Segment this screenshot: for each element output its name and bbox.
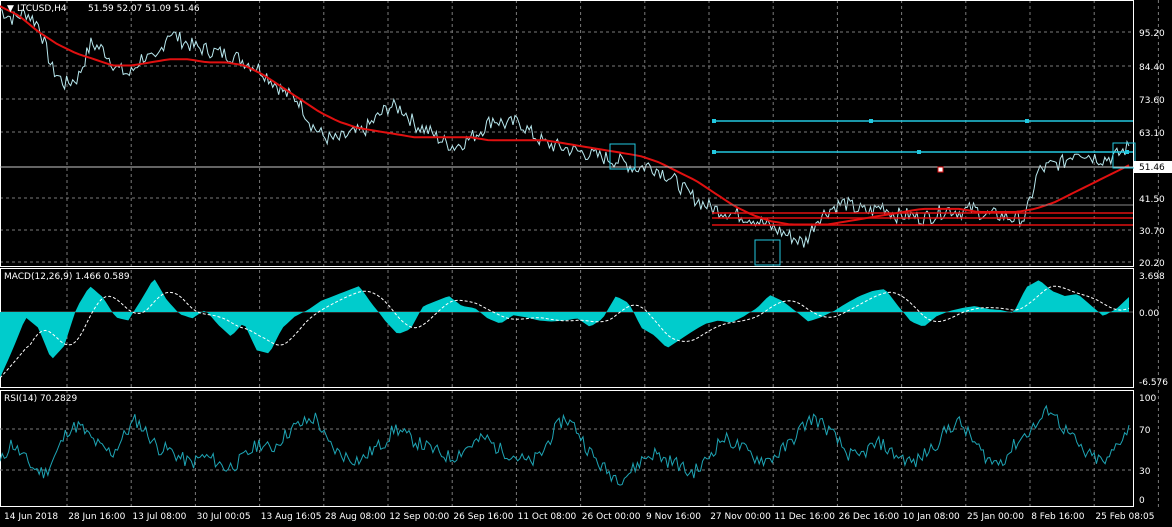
time-tick: 28 Aug 08:00 <box>325 512 386 522</box>
line-handle[interactable] <box>869 119 873 123</box>
rsi-tick: 100 <box>1139 394 1156 404</box>
ohlc-values: 51.59 52.07 51.09 51.46 <box>88 4 200 14</box>
symbol-label: LTCUSD,H4 <box>17 4 67 14</box>
time-tick: 10 Jan 08:00 <box>903 512 960 522</box>
time-tick: 11 Oct 08:00 <box>518 512 577 522</box>
rsi-tick: 70 <box>1139 426 1151 436</box>
time-tick: 27 Nov 00:00 <box>710 512 771 522</box>
time-tick: 13 Jul 08:00 <box>132 512 186 522</box>
price-tick: 84.40 <box>1139 63 1165 73</box>
time-tick: 28 Jun 16:00 <box>68 512 125 522</box>
current-price-value: 51.46 <box>1139 163 1165 173</box>
rsi-tick: 30 <box>1139 467 1151 477</box>
time-tick: 30 Jul 00:05 <box>197 512 251 522</box>
price-tick: 73.60 <box>1139 96 1165 106</box>
price-tick: 41.50 <box>1139 195 1165 205</box>
line-handle[interactable] <box>1125 150 1129 154</box>
line-handle[interactable] <box>712 150 716 154</box>
price-tick: 95.20 <box>1139 29 1165 39</box>
macd-tick: -6.576 <box>1139 378 1168 388</box>
time-tick: 26 Dec 16:00 <box>839 512 900 522</box>
time-tick: 26 Oct 00:00 <box>582 512 641 522</box>
time-tick: 13 Aug 16:05 <box>261 512 322 522</box>
price-tick: 63.10 <box>1139 129 1165 139</box>
price-tick: 20.20 <box>1139 259 1165 269</box>
macd-label: MACD(12,26,9) 1.466 0.589 <box>4 272 130 282</box>
line-handle[interactable] <box>712 119 716 123</box>
chart-canvas: ▼ LTCUSD,H4 51.59 52.07 51.09 51.46 95.2… <box>0 0 1172 527</box>
macd-tick: 0.00 <box>1139 309 1159 319</box>
time-tick: 26 Sep 16:00 <box>453 512 513 522</box>
time-tick: 25 Jan 00:00 <box>967 512 1024 522</box>
rsi-label: RSI(14) 70.2829 <box>4 394 77 404</box>
line-handle[interactable] <box>1025 119 1029 123</box>
time-tick: 14 Jun 2018 <box>4 512 58 522</box>
alert-marker-icon[interactable] <box>937 166 944 173</box>
symbol-dropdown-icon[interactable]: ▼ <box>7 4 14 14</box>
time-tick: 25 Feb 08:05 <box>1095 512 1154 522</box>
time-tick: 8 Feb 16:00 <box>1031 512 1085 522</box>
macd-tick: 3.698 <box>1139 272 1165 282</box>
price-tick: 30.70 <box>1139 227 1165 237</box>
time-tick: 9 Nov 16:00 <box>646 512 701 522</box>
time-tick: 12 Sep 00:00 <box>389 512 449 522</box>
chart-background <box>0 0 1172 527</box>
time-tick: 11 Dec 16:00 <box>774 512 835 522</box>
rsi-tick: 0 <box>1139 496 1145 506</box>
line-handle[interactable] <box>917 150 921 154</box>
